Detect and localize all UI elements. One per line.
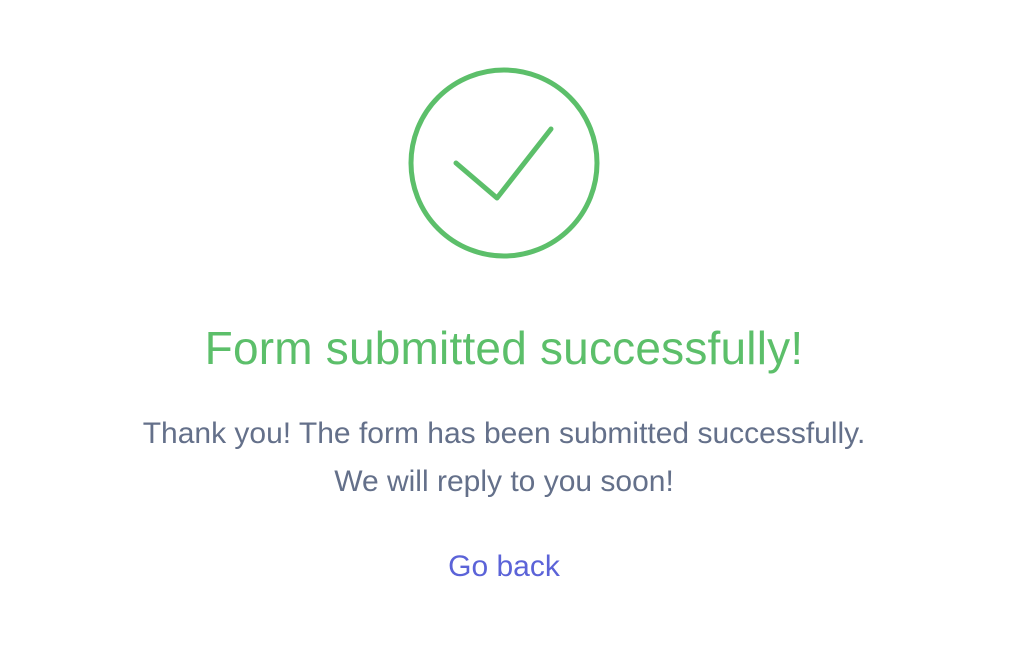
check-circle-icon: [408, 67, 600, 259]
success-page: Form submitted successfully! Thank you! …: [0, 0, 1026, 654]
confirmation-message-line-2: We will reply to you soon!: [334, 465, 674, 498]
go-back-link[interactable]: Go back: [448, 550, 560, 583]
confirmation-message: Thank you! The form has been submitted s…: [0, 410, 1008, 506]
go-back-container: Go back: [0, 545, 1008, 589]
page-title: Form submitted successfully!: [204, 322, 804, 374]
confirmation-message-line-1: Thank you! The form has been submitted s…: [142, 417, 866, 450]
